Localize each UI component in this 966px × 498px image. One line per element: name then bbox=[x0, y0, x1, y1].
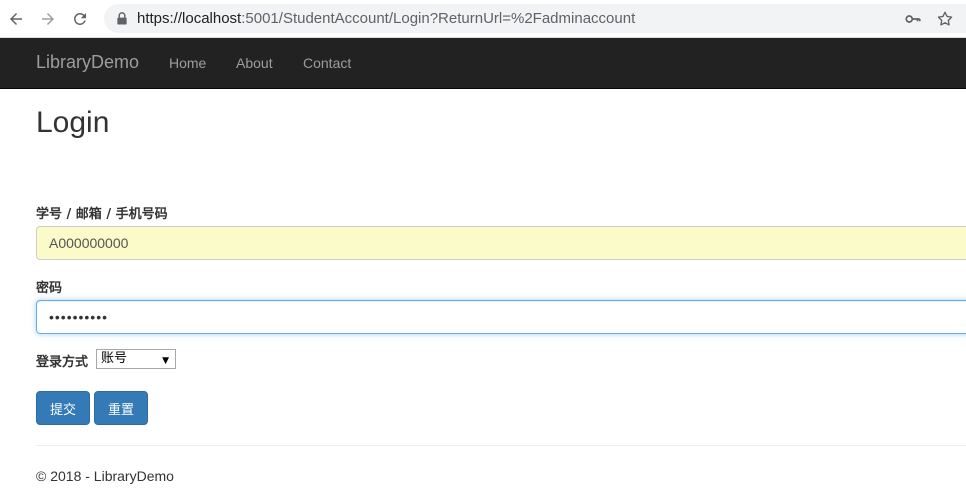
lock-icon bbox=[117, 12, 127, 25]
nav-link-home[interactable]: Home bbox=[169, 55, 206, 71]
dropdown-arrow-icon: ▼ bbox=[162, 356, 169, 366]
password-value: •••••••••• bbox=[49, 309, 109, 325]
submit-button[interactable]: 提交 bbox=[36, 391, 90, 425]
footer-divider bbox=[36, 445, 966, 446]
footer-text: © 2018 - LibraryDemo bbox=[36, 468, 174, 484]
login-mode-selected: 账号 bbox=[101, 351, 128, 366]
forward-arrow-icon[interactable] bbox=[37, 8, 59, 30]
key-icon[interactable] bbox=[904, 10, 922, 28]
back-arrow-icon[interactable] bbox=[5, 8, 27, 30]
browser-toolbar: https://localhost:5001/StudentAccount/Lo… bbox=[0, 0, 966, 38]
login-mode-select[interactable]: 账号 ▼ bbox=[96, 349, 176, 369]
navbar-brand[interactable]: LibraryDemo bbox=[36, 52, 139, 73]
reset-button[interactable]: 重置 bbox=[94, 391, 148, 425]
url-text: https://localhost:5001/StudentAccount/Lo… bbox=[137, 10, 636, 27]
star-icon[interactable] bbox=[936, 10, 954, 28]
password-label: 密码 bbox=[36, 281, 63, 296]
username-label: 学号 / 邮箱 / 手机号码 bbox=[36, 207, 168, 222]
page-title: Login bbox=[36, 106, 110, 139]
login-mode-label: 登录方式 bbox=[36, 355, 89, 370]
address-bar[interactable]: https://localhost:5001/StudentAccount/Lo… bbox=[104, 4, 966, 33]
password-input[interactable]: •••••••••• bbox=[36, 300, 966, 334]
username-input[interactable]: A000000000 bbox=[36, 226, 966, 260]
site-navbar: LibraryDemo Home About Contact bbox=[0, 38, 966, 89]
nav-link-contact[interactable]: Contact bbox=[303, 55, 351, 71]
reload-icon[interactable] bbox=[69, 8, 91, 30]
nav-link-about[interactable]: About bbox=[236, 55, 273, 71]
